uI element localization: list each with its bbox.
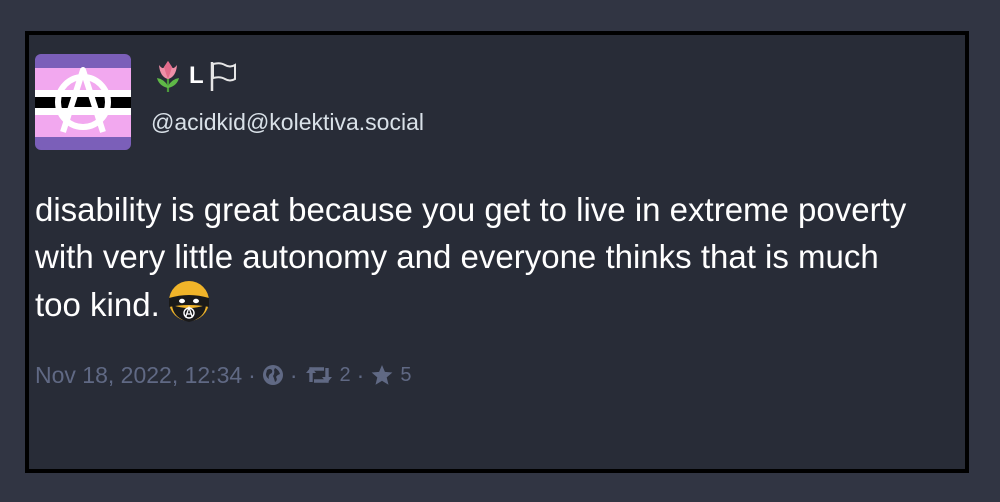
boost-count: 2: [339, 363, 351, 386]
account-handle[interactable]: @acidkid@kolektiva.social: [151, 109, 424, 136]
tulip-icon: [157, 61, 179, 92]
globe-icon[interactable]: [262, 364, 284, 386]
separator: ·: [289, 361, 298, 388]
timestamp[interactable]: Nov 18, 2022, 12:34: [35, 362, 242, 389]
star-icon[interactable]: [370, 364, 394, 386]
status-content: disability is great because you get to l…: [35, 186, 915, 336]
white-flag-icon: [210, 62, 236, 91]
display-name[interactable]: L: [151, 58, 238, 94]
separator: ·: [248, 361, 256, 388]
status-meta: Nov 18, 2022, 12:34 · · 2 · 5: [35, 360, 411, 390]
boost-icon[interactable]: [304, 364, 334, 386]
favourite-count: 5: [400, 363, 412, 386]
anarchist-masked-face-emoji: [166, 280, 212, 336]
separator: ·: [356, 361, 365, 388]
anarchy-symbol-icon: [35, 54, 131, 150]
avatar[interactable]: [35, 54, 131, 150]
display-name-letter: L: [189, 62, 204, 89]
